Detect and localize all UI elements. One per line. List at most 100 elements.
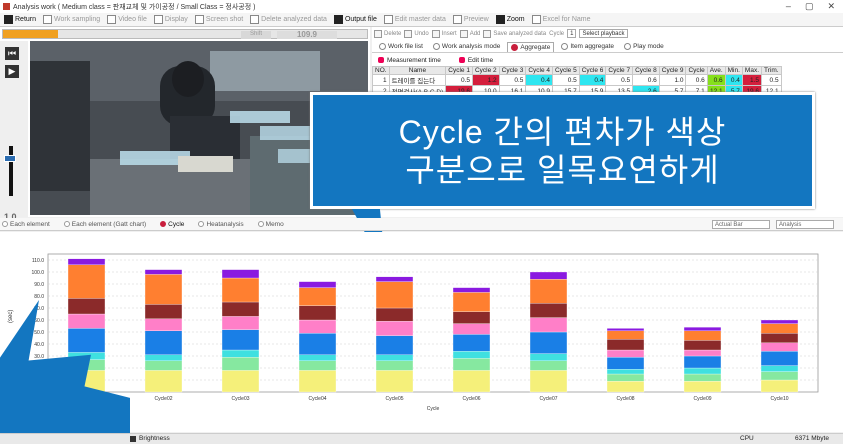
measure-tabs: Measurement time Edit time — [372, 55, 843, 65]
tab-label: Each element (Gatt chart) — [71, 220, 147, 228]
tab-each-element[interactable]: Each element — [2, 221, 50, 228]
column-header[interactable]: Cycle 6 — [578, 66, 607, 75]
cycle-select[interactable]: 1 — [567, 29, 577, 38]
table-cell: 0.6 — [632, 74, 660, 86]
toolbar-label: Delete analyzed data — [261, 16, 327, 23]
save-analyzed-data-button[interactable]: Save analyzed data — [483, 29, 546, 38]
column-header[interactable]: Cycle — [685, 66, 708, 75]
insert-button[interactable]: Insert — [431, 29, 457, 38]
mode-tabs: Work file list Work analysis mode Aggregat… — [372, 41, 843, 53]
callout-line-1: Cycle 간의 편차가 색상 — [398, 114, 727, 150]
play-icon[interactable]: ▶ — [5, 65, 19, 78]
table-cell: 0.6 — [706, 74, 726, 86]
column-header[interactable]: Ave. — [706, 66, 726, 75]
playback-select[interactable]: Select playback — [579, 29, 628, 38]
progress-fill — [3, 30, 58, 38]
bar-segment — [529, 303, 568, 318]
column-header[interactable]: Trim. — [761, 66, 782, 75]
radio-icon — [624, 43, 632, 50]
x-tick-label: Cycle07 — [539, 396, 557, 402]
add-button[interactable]: Add — [459, 29, 480, 38]
toolbar-zoom-button[interactable]: Zoom — [494, 15, 527, 24]
skip-back-icon[interactable]: ⏮ — [5, 47, 19, 60]
tab-memo[interactable]: Memo — [257, 221, 284, 228]
tab-each-element-gatt-chart[interactable]: Each element (Gatt chart) — [63, 220, 147, 228]
analysis-select[interactable]: Analysis — [776, 220, 834, 229]
column-header[interactable]: Cycle 7 — [605, 66, 634, 75]
table-cell: 0.4 — [525, 74, 554, 86]
column-header[interactable]: Cycle 5 — [552, 66, 580, 75]
column-header[interactable]: Cycle 9 — [658, 66, 687, 75]
column-header[interactable]: Cycle 3 — [498, 66, 527, 75]
minimize-button[interactable]: – — [786, 1, 791, 12]
column-header[interactable]: Cycle 2 — [471, 66, 500, 75]
radio-icon — [198, 221, 205, 227]
close-button[interactable]: ✕ — [827, 1, 835, 12]
bar-segment — [221, 269, 260, 279]
column-header[interactable]: Cycle 1 — [445, 66, 473, 75]
bar-segment — [298, 333, 337, 355]
video-progress-bar[interactable]: Shift 109.9 — [2, 29, 368, 39]
bar-segment — [221, 349, 260, 358]
column-header[interactable]: Cycle 4 — [525, 66, 554, 75]
cpu-label: CPU — [740, 435, 754, 442]
tab-aggregate[interactable]: Aggregate — [507, 41, 555, 52]
tab-measurement-time[interactable]: Measurement time — [378, 57, 441, 64]
brightness-control[interactable]: Brightness — [130, 435, 170, 442]
toolbar-display-button[interactable]: Display — [152, 15, 190, 24]
tab-cycle[interactable]: Cycle — [160, 221, 184, 228]
toolbar-preview-button[interactable]: Preview — [451, 15, 491, 24]
tab-heatanalysis[interactable]: Heatanalysis — [198, 221, 244, 228]
toolbar-return-button[interactable]: Return — [2, 15, 38, 24]
tab-work-analysis-mode[interactable]: Work analysis mode — [430, 42, 503, 51]
maximize-button[interactable]: ▢ — [805, 1, 814, 12]
bar-segment — [221, 357, 260, 371]
toolbar-output-file-button[interactable]: Output file — [332, 15, 379, 24]
column-header[interactable]: Cycle 8 — [632, 66, 660, 75]
tab-label: Each element — [10, 220, 50, 228]
zoom-icon — [495, 15, 505, 24]
radio-icon — [379, 43, 386, 50]
bar-segment — [452, 287, 491, 293]
toolbar-edit-master-data-button[interactable]: Edit master data — [382, 15, 448, 24]
toolbar-screen-shot-button[interactable]: Screen shot — [193, 15, 245, 24]
return-icon — [4, 15, 13, 24]
column-header[interactable]: Min. — [724, 66, 743, 75]
undo-button[interactable]: Undo — [404, 29, 429, 38]
bar-segment — [221, 316, 260, 330]
x-tick-label: Cycle09 — [693, 396, 711, 402]
toolbar-video-file-button[interactable]: Video file — [105, 15, 149, 24]
output-file-icon — [333, 15, 343, 24]
column-header[interactable]: Name — [388, 66, 447, 75]
main-toolbar: Return Work sampling Video file Display Scre… — [0, 13, 843, 27]
column-header[interactable]: Max. — [741, 66, 763, 75]
work-sampling-icon — [43, 15, 53, 24]
table-cell: 0.4 — [724, 74, 743, 86]
bar-segment — [760, 371, 799, 381]
y-tick-label: 60.0 — [34, 318, 44, 324]
toolbar-delete-analyzed-data-button[interactable]: Delete analyzed data — [248, 15, 329, 24]
tab-play-mode[interactable]: Play mode — [621, 42, 667, 51]
insert-icon — [431, 29, 440, 38]
toolbar-label: Screen shot — [205, 16, 244, 23]
tab-label: Aggregate — [520, 43, 551, 51]
table-row[interactable]: 1 트레이를 집는다 0.5 1.2 0.5 0.4 0.5 0.4 0.5 0.6 1.0 0.6 0… — [372, 74, 782, 86]
speed-slider-track[interactable] — [9, 146, 13, 196]
bar-type-select[interactable]: Actual Bar — [712, 220, 770, 229]
tab-edit-time[interactable]: Edit time — [458, 57, 493, 64]
speed-slider-knob[interactable] — [4, 155, 16, 162]
toolbar-work-sampling-button[interactable]: Work sampling — [41, 15, 102, 24]
toolbar-excel-for-name-button[interactable]: Excel for Name — [530, 15, 593, 24]
tab-work-file-list[interactable]: Work file list — [376, 42, 426, 51]
bar-segment — [375, 321, 414, 336]
bar-segment — [529, 317, 568, 333]
column-header[interactable]: NO. — [372, 66, 390, 75]
tab-item-aggregate[interactable]: Item aggregate — [558, 42, 617, 51]
bar-segment — [529, 331, 568, 354]
screen-shot-icon — [194, 15, 204, 24]
bar-segment — [298, 354, 337, 361]
x-tick-label: Cycle06 — [462, 396, 480, 402]
bar-segment — [298, 360, 337, 371]
x-tick-label: Cycle05 — [385, 396, 403, 402]
delete-button[interactable]: Delete — [374, 29, 401, 38]
